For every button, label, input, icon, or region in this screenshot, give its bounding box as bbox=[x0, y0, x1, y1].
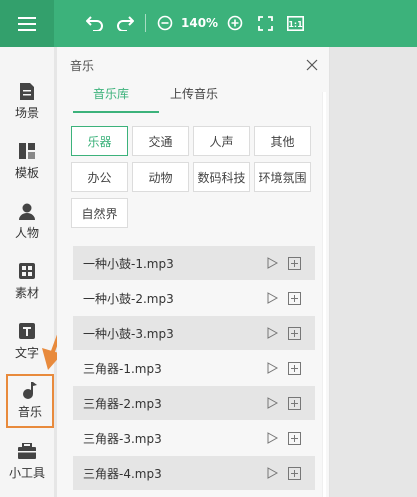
actual-size-button[interactable]: 1:1 bbox=[284, 12, 306, 34]
track-row[interactable]: 三角器-3.mp3 bbox=[73, 421, 315, 455]
panel-scrollbar[interactable] bbox=[322, 92, 326, 497]
track-row[interactable]: 三角器-2.mp3 bbox=[73, 386, 315, 420]
hamburger-icon bbox=[18, 16, 36, 31]
template-icon bbox=[17, 141, 37, 161]
zoom-out-icon bbox=[157, 15, 173, 31]
play-icon[interactable] bbox=[266, 292, 278, 304]
track-row[interactable]: 一种小鼓-3.mp3 bbox=[73, 316, 315, 350]
zoom-in-icon bbox=[227, 15, 243, 31]
track-name: 三角器-3.mp3 bbox=[83, 432, 162, 446]
fullscreen-button[interactable] bbox=[254, 12, 276, 34]
sidebar-item-scene[interactable]: 场景 bbox=[0, 77, 54, 135]
undo-icon bbox=[86, 16, 103, 31]
left-sidebar: 场景 模板 人物 素材 文字 音乐 小工具 bbox=[0, 47, 54, 497]
category-button[interactable]: 乐器 bbox=[71, 126, 128, 156]
sidebar-item-label: 模板 bbox=[14, 166, 39, 180]
track-name: 一种小鼓-1.mp3 bbox=[83, 257, 174, 271]
category-button[interactable]: 办公 bbox=[71, 162, 128, 192]
zoom-out-button[interactable] bbox=[154, 12, 176, 34]
top-toolbar: 140% 1:1 bbox=[0, 0, 417, 47]
track-row[interactable]: 一种小鼓-2.mp3 bbox=[73, 281, 315, 315]
sidebar-item-person[interactable]: 人物 bbox=[0, 197, 54, 255]
sidebar-item-music[interactable]: 音乐 bbox=[6, 374, 54, 428]
sidebar-item-label: 音乐 bbox=[17, 405, 42, 419]
person-icon bbox=[17, 201, 37, 221]
toolbar-divider bbox=[145, 14, 146, 32]
category-button[interactable]: 人声 bbox=[193, 126, 250, 156]
document-icon bbox=[17, 81, 37, 101]
redo-icon bbox=[117, 16, 134, 31]
track-name: 一种小鼓-3.mp3 bbox=[83, 327, 174, 341]
sidebar-item-tools[interactable]: 小工具 bbox=[0, 437, 54, 495]
sidebar-item-label: 场景 bbox=[14, 106, 39, 120]
category-button[interactable]: 环境氛围 bbox=[254, 162, 311, 192]
category-button[interactable]: 其他 bbox=[254, 126, 311, 156]
zoom-level: 140% bbox=[181, 16, 219, 30]
play-icon[interactable] bbox=[266, 362, 278, 374]
grid-icon bbox=[17, 261, 37, 281]
tab-underline bbox=[73, 111, 159, 113]
track-row[interactable]: 三角器-4.mp3 bbox=[73, 456, 315, 490]
sidebar-item-label: 小工具 bbox=[8, 466, 45, 480]
text-icon bbox=[17, 321, 37, 341]
track-name: 三角器-2.mp3 bbox=[83, 397, 162, 411]
category-button[interactable]: 自然界 bbox=[71, 198, 128, 228]
track-row[interactable]: 三角器-1.mp3 bbox=[73, 351, 315, 385]
category-button[interactable]: 动物 bbox=[132, 162, 189, 192]
music-icon bbox=[20, 380, 40, 400]
sidebar-item-label: 素材 bbox=[14, 286, 39, 300]
category-button[interactable]: 数码科技 bbox=[193, 162, 250, 192]
play-icon[interactable] bbox=[266, 257, 278, 269]
canvas-area[interactable] bbox=[331, 47, 417, 497]
tab-music-library[interactable]: 音乐库 bbox=[93, 84, 129, 104]
sidebar-item-material[interactable]: 素材 bbox=[0, 257, 54, 315]
track-name: 三角器-1.mp3 bbox=[83, 362, 162, 376]
sidebar-item-label: 人物 bbox=[14, 226, 39, 240]
actual-size-icon: 1:1 bbox=[286, 15, 304, 31]
track-row[interactable]: 一种小鼓-1.mp3 bbox=[73, 246, 315, 280]
add-icon[interactable] bbox=[288, 467, 301, 480]
track-name: 一种小鼓-2.mp3 bbox=[83, 292, 174, 306]
actual-size-label: 1:1 bbox=[288, 20, 303, 29]
add-icon[interactable] bbox=[288, 362, 301, 375]
track-name: 三角器-4.mp3 bbox=[83, 467, 162, 481]
add-icon[interactable] bbox=[288, 397, 301, 410]
play-icon[interactable] bbox=[266, 327, 278, 339]
play-icon[interactable] bbox=[266, 432, 278, 444]
category-button[interactable]: 交通 bbox=[132, 126, 189, 156]
add-icon[interactable] bbox=[288, 327, 301, 340]
tab-upload-music[interactable]: 上传音乐 bbox=[170, 84, 218, 104]
close-icon[interactable] bbox=[306, 59, 318, 71]
add-icon[interactable] bbox=[288, 432, 301, 445]
sidebar-item-template[interactable]: 模板 bbox=[0, 137, 54, 195]
menu-button[interactable] bbox=[0, 0, 54, 47]
play-icon[interactable] bbox=[266, 467, 278, 479]
play-icon[interactable] bbox=[266, 397, 278, 409]
add-icon[interactable] bbox=[288, 257, 301, 270]
add-icon[interactable] bbox=[288, 292, 301, 305]
undo-button[interactable] bbox=[84, 12, 106, 34]
panel-title: 音乐 bbox=[70, 59, 95, 73]
fullscreen-icon bbox=[257, 15, 273, 31]
zoom-in-button[interactable] bbox=[224, 12, 246, 34]
redo-button[interactable] bbox=[114, 12, 136, 34]
toolbox-icon bbox=[17, 441, 37, 461]
